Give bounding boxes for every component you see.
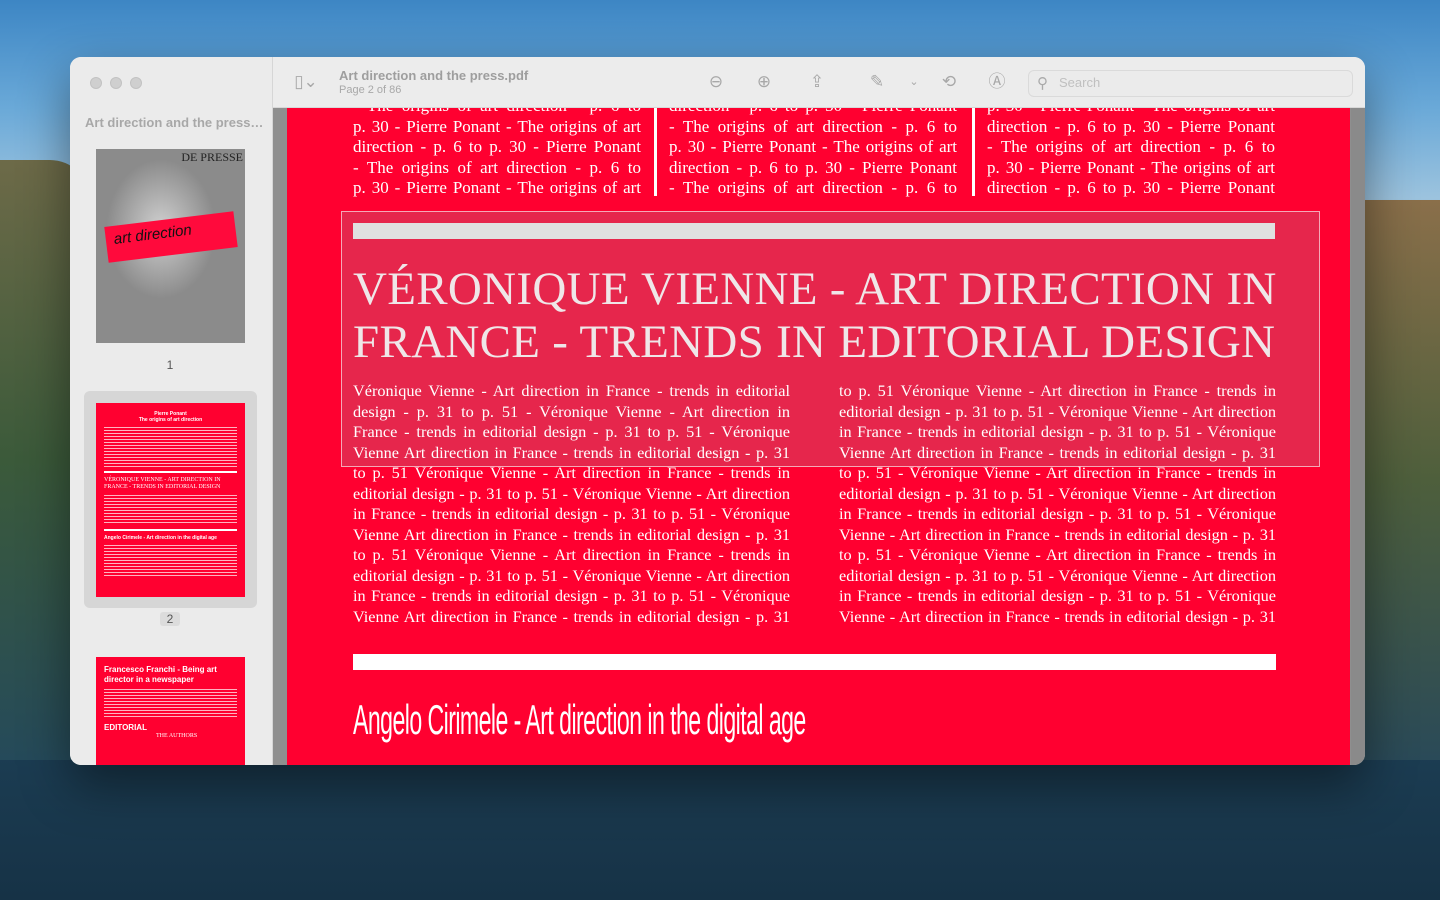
text-line: Vienne - Art direction in France - trend… [839,524,1276,544]
text-line: p. 30 - Pierre Ponant - The origins of a… [987,157,1275,177]
page-thumbnail-3[interactable]: Francesco Franchi - Being art director i… [96,657,245,765]
page-number-label: 1 [166,358,174,372]
minimize-button[interactable] [110,77,122,89]
text-line: Véronique Vienne - Art direction in Fran… [353,381,790,400]
section-heading: Angelo Cirimele - Art direction in the d… [353,696,806,743]
close-button[interactable] [90,77,102,89]
zoom-button[interactable] [130,77,142,89]
section-heading-line: FRANCE - TRENDS IN EDITORIAL DESIGN [353,316,1276,368]
text-line: Vienne Art direction in France - trends … [839,442,1276,462]
thumb-text-lines [104,545,237,577]
thumb-heading: Francesco Franchi - Being art director i… [104,665,217,684]
thumb-rule [104,471,237,473]
text-column: direction - p. 6 to p. 30 - Pierre Ponan… [669,108,957,199]
chevron-down-icon[interactable]: ⌄ [903,71,925,93]
section-heading: VÉRONIQUE VIENNE - ART DIRECTION IN FRAN… [353,263,1277,369]
page-thumbnail-1[interactable]: DE PRESSE art direction [96,149,245,343]
text-line: design - p. 31 to p. 51 - Véronique Vien… [353,401,790,421]
text-line: Vienne Art direction in France - trends … [353,442,790,462]
text-line: to p. 51 Véronique Vienne - Art directio… [353,463,790,482]
text-line: to p. 51 Véronique Vienne - Art directio… [353,545,790,564]
text-line: p. 30 - Pierre Ponant - The origins of a… [353,178,641,197]
text-line: direction - p. 6 to p. 30 - Pierre Ponan… [987,116,1275,136]
text-line: in France - trends in editorial design -… [839,422,1276,441]
text-line: direction - p. 6 to p. 30 - Pierre Ponan… [353,137,641,156]
sidebar-toggle-icon[interactable]: ▯⌄ [289,71,323,93]
thumb-heading: VÉRONIQUE VIENNE - ART DIRECTION IN FRAN… [104,477,221,490]
section-rule [353,654,1276,670]
thumb-text-lines [104,689,237,719]
text-line: Vienne Art direction in France - trends … [353,606,790,626]
rotate-icon[interactable]: ⟲ [938,71,960,93]
search-field[interactable]: ⚲ [1028,70,1353,97]
zoom-out-icon[interactable]: ⊖ [705,71,727,93]
text-line: direction - p. 6 to p. 30 - Pierre Ponan… [669,108,957,117]
text-line: - The origins of art direction - p. 6 to [669,178,957,197]
thumb-text-lines [104,495,237,525]
zoom-in-icon[interactable]: ⊕ [753,71,775,93]
text-line: editorial design - p. 31 to p. 51 - Véro… [353,565,790,585]
column-divider [654,108,657,196]
annotate-icon[interactable]: Ⓐ [986,71,1008,93]
text-line: - The origins of art direction - p. 6 to [353,108,641,117]
text-line: direction - p. 6 to p. 30 - Pierre Ponan… [987,178,1275,197]
text-line: editorial design - p. 31 to p. 51 - Véro… [839,401,1276,421]
page-thumbnail-2[interactable]: Pierre Ponant The origins of art directi… [96,403,245,597]
scrollbar[interactable] [1351,108,1365,765]
text-line: in France - trends in editorial design -… [353,504,790,523]
search-icon: ⚲ [1037,75,1048,92]
text-line: - The origins of art direction - p. 6 to [353,157,641,177]
text-line: p. 30 - Pierre Ponant - The origins of a… [669,137,957,156]
section-rule [353,223,1275,239]
text-line: editorial design - p. 31 to p. 51 - Véro… [839,565,1276,585]
thumb-rule [104,529,237,531]
text-line: editorial design - p. 31 to p. 51 - Véro… [839,483,1276,503]
pdf-page: - The origins of art direction - p. 6 to… [287,108,1350,765]
text-line: in France - trends in editorial design -… [353,586,790,605]
text-column: - The origins of art direction - p. 6 to… [353,108,641,199]
window-controls [90,77,142,89]
toolbar: ▯⌄ Art direction and the press.pdf Page … [273,57,1365,108]
text-line: Vienne Art direction in France - trends … [353,524,790,544]
thumb-heading: The origins of art direction [138,417,203,423]
section-heading-line: VÉRONIQUE VIENNE - ART DIRECTION IN [353,263,1277,315]
text-line: in France - trends in editorial design -… [839,504,1276,523]
column-divider [972,108,975,196]
text-line: in France - trends in editorial design -… [839,586,1276,605]
preview-window: Art direction and the press.pdf DE PRESS… [70,57,1365,765]
thumb-heading: EDITORIAL [104,723,147,732]
page-indicator: Page 2 of 86 [339,84,402,96]
thumb-text-lines [104,427,237,467]
cover-title: art direction [112,221,193,248]
page-number-label: 2 [160,612,180,626]
share-icon[interactable]: ⇪ [806,71,828,93]
thumb-heading: Angelo Cirimele - Art direction in the d… [104,535,217,541]
cover-side-text: DE PRESSE [181,150,243,164]
text-line: direction - p. 6 to p. 30 - Pierre Ponan… [669,157,957,177]
text-line: Vienne - Art direction in France - trend… [839,606,1276,626]
text-line: - The origins of art direction - p. 6 to [987,137,1275,156]
thumbnail-sidebar: Art direction and the press.pdf DE PRESS… [70,57,273,765]
text-line: to p. 51 - Véronique Vienne - Art direct… [839,545,1276,564]
text-line: France - trends in editorial design - p.… [353,422,790,441]
body-column: Véronique Vienne - Art direction in Fran… [353,381,790,627]
text-line: - The origins of art direction - p. 6 to [669,116,957,136]
desktop-wallpaper-hill [1360,200,1440,760]
markup-pen-icon[interactable]: ✎ [866,71,888,93]
body-column: to p. 51 Véronique Vienne - Art directio… [839,381,1276,627]
text-line: editorial design - p. 31 to p. 51 - Véro… [353,483,790,503]
text-line: to p. 51 Véronique Vienne - Art directio… [839,381,1276,400]
sidebar-title: Art direction and the press.pdf [85,115,265,130]
text-line: p. 30 - Pierre Ponant - The origins of a… [353,116,641,136]
text-line: to p. 51 - Véronique Vienne - Art direct… [839,463,1276,482]
text-column: p. 30 - Pierre Ponant - The origins of a… [987,108,1275,199]
document-title: Art direction and the press.pdf [339,68,529,83]
search-input[interactable] [1059,75,1339,90]
thumb-heading: THE AUTHORS [156,733,198,739]
text-line: p. 30 - Pierre Ponant - The origins of a… [987,108,1275,117]
document-viewer[interactable]: - The origins of art direction - p. 6 to… [273,108,1365,765]
